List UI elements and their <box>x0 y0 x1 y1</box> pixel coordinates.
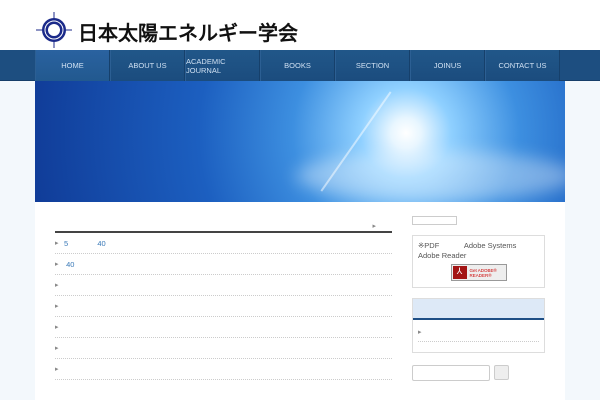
society-logo[interactable] <box>36 12 72 48</box>
nav-contact-us[interactable]: CONTACT US <box>485 50 560 81</box>
search-input[interactable] <box>412 365 490 381</box>
get-reader-label: Get ADOBE® READER® <box>469 268 497 278</box>
pdf-notice: ※PDF Adobe Systems Adobe Reader ⅄ Get ADO… <box>412 235 545 288</box>
nav-books[interactable]: BOOKS <box>260 50 335 81</box>
sidebar-tab[interactable] <box>412 216 457 225</box>
news-link[interactable]: 40 <box>64 260 74 269</box>
site-title[interactable]: 日本太陽エネルギー学会 <box>78 17 298 46</box>
bullet-icon: ▸ <box>55 261 59 268</box>
list-item[interactable]: ▸ 40 <box>55 254 392 275</box>
list-item[interactable]: ▸ <box>55 275 392 296</box>
more-link[interactable]: ▸ <box>372 222 376 230</box>
main-content: ▸ ▸ 5 40 ▸ 40 ▸ ▸ ▸ ▸ ▸ ※PDF Adobe System… <box>35 202 565 400</box>
list-item[interactable]: ▸ <box>55 317 392 338</box>
nav-section[interactable]: SECTION <box>335 50 410 81</box>
bullet-icon: ▸ <box>55 366 59 373</box>
list-item[interactable]: ▸ <box>55 359 392 380</box>
nav-about-us[interactable]: ABOUT US <box>110 50 185 81</box>
news-list: ▸ ▸ 5 40 ▸ 40 ▸ ▸ ▸ ▸ ▸ <box>55 220 392 380</box>
news-link[interactable]: 5 40 <box>64 239 106 248</box>
widget-header <box>413 299 544 320</box>
search-button[interactable] <box>494 365 509 380</box>
nav-joinus[interactable]: JOINUS <box>410 50 485 81</box>
bullet-icon: ▸ <box>55 324 59 331</box>
nav-academic-journal[interactable]: ACADEMIC JOURNAL <box>185 50 260 81</box>
sidebar-widget: ▸ <box>412 298 545 353</box>
get-adobe-reader-button[interactable]: ⅄ Get ADOBE® READER® <box>450 264 507 281</box>
bullet-icon: ▸ <box>55 345 59 352</box>
news-header: ▸ <box>55 220 392 233</box>
list-item[interactable]: ▸ <box>55 296 392 317</box>
list-item[interactable]: ▸ <box>55 338 392 359</box>
list-item[interactable]: ▸ 5 40 <box>55 233 392 254</box>
site-header: 日本太陽エネルギー学会 <box>0 0 600 50</box>
hero-banner <box>35 81 565 202</box>
sidebar: ※PDF Adobe Systems Adobe Reader ⅄ Get ADO… <box>412 216 545 353</box>
bullet-icon: ▸ <box>55 282 59 289</box>
adobe-pdf-icon: ⅄ <box>452 266 467 279</box>
bullet-icon: ▸ <box>55 303 59 310</box>
bullet-icon: ▸ <box>55 240 59 247</box>
main-nav: HOME ABOUT US ACADEMIC JOURNAL BOOKS SEC… <box>0 50 600 81</box>
pdf-notice-text: ※PDF Adobe Systems Adobe Reader <box>418 241 536 260</box>
widget-item[interactable]: ▸ <box>418 328 539 342</box>
nav-home[interactable]: HOME <box>35 50 110 81</box>
search-form <box>412 365 509 381</box>
